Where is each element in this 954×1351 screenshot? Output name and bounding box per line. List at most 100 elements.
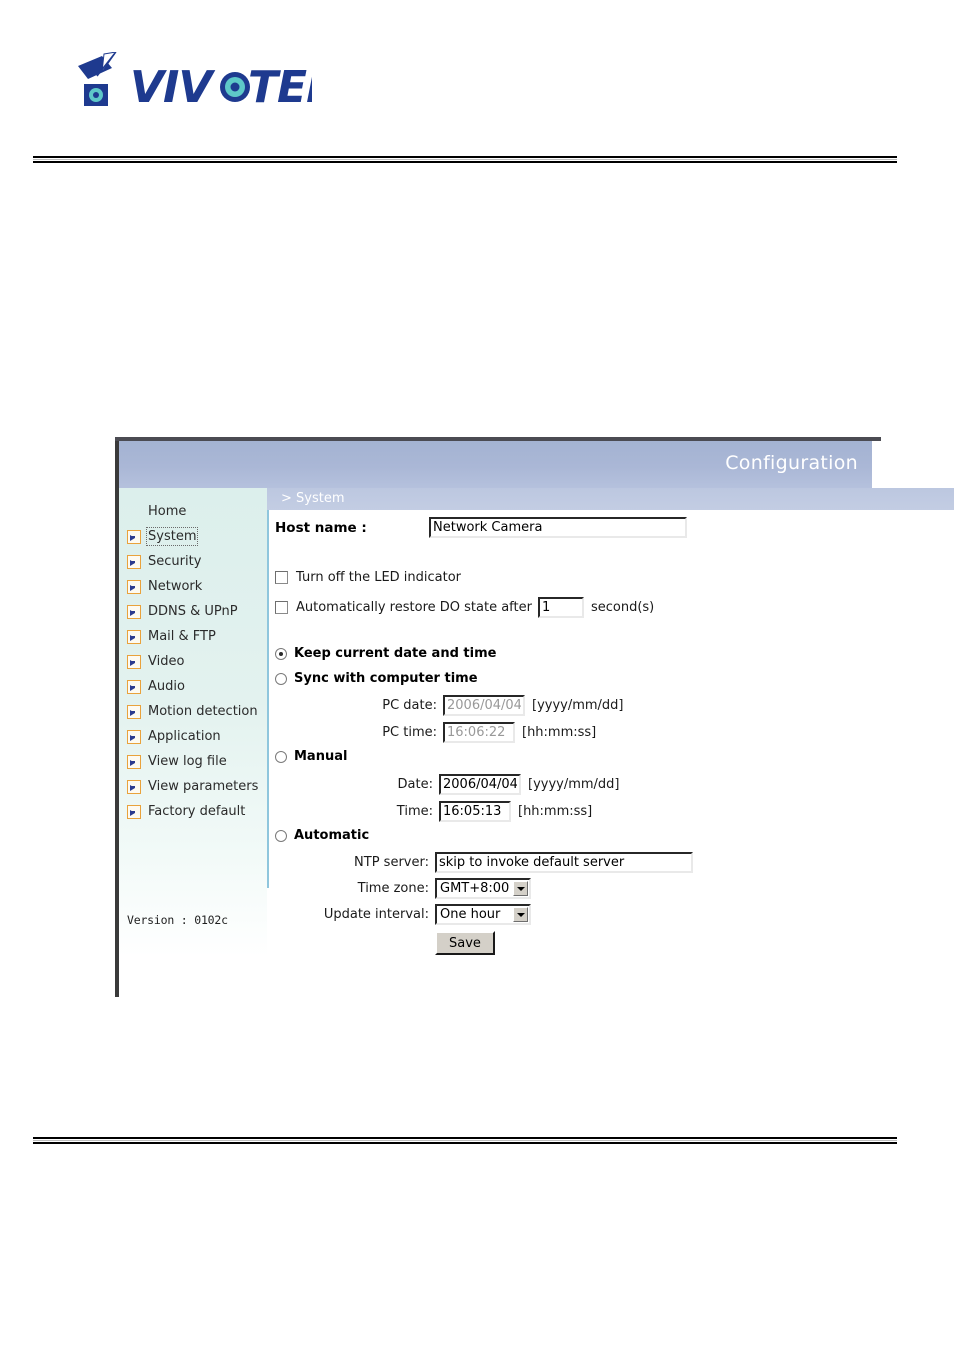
sidebar-item-video[interactable]: Video (119, 649, 267, 674)
sidebar-item-label: Factory default (148, 804, 246, 819)
sidebar-item-label: Network (148, 579, 203, 594)
sidebar: Home System Security Network DDNS & UPnP Mail… (119, 488, 267, 997)
update-interval-selected-value: One hour (440, 907, 501, 922)
ntp-server-label: NTP server: (354, 855, 429, 870)
sidebar-item-motion-detection[interactable]: Motion detection (119, 699, 267, 724)
radio-row-keep-current[interactable]: Keep current date and time (275, 646, 496, 661)
arrow-right-icon (127, 704, 141, 719)
time-zone-label: Time zone: (357, 881, 429, 896)
breadcrumb: > System (281, 491, 345, 506)
sidebar-item-factory-default[interactable]: Factory default (119, 799, 267, 824)
time-zone-selected-value: GMT+8:00 (440, 881, 510, 896)
arrow-right-icon (127, 804, 141, 819)
arrow-right-icon (127, 604, 141, 619)
sidebar-item-audio[interactable]: Audio (119, 674, 267, 699)
pc-time-row: PC time: [hh:mm:ss] (375, 722, 596, 743)
configuration-header-bar: Configuration (119, 441, 872, 488)
update-interval-label: Update interval: (323, 907, 429, 922)
pc-time-format-hint: [hh:mm:ss] (522, 725, 597, 740)
chevron-down-icon[interactable] (513, 907, 528, 922)
manual-time-format-hint: [hh:mm:ss] (518, 804, 593, 819)
sidebar-item-label: Application (148, 729, 221, 744)
radio-sync-computer-label: Sync with computer time (294, 671, 478, 686)
arrow-right-icon (127, 654, 141, 669)
time-zone-row: Time zone: GMT+8:00 (345, 878, 531, 899)
update-interval-select[interactable]: One hour (435, 904, 531, 925)
arrow-right-icon (127, 629, 141, 644)
breadcrumb-bar: > System (267, 488, 954, 510)
sidebar-item-label: View log file (148, 754, 227, 769)
sidebar-item-view-log-file[interactable]: View log file (119, 749, 267, 774)
host-name-input[interactable] (429, 517, 687, 538)
svg-text:TEK: TEK (248, 62, 312, 113)
sidebar-item-system[interactable]: System (119, 524, 267, 549)
do-restore-label-before: Automatically restore DO state after (296, 600, 532, 615)
manual-time-row: Time: [hh:mm:ss] (389, 801, 592, 822)
manual-date-format-hint: [yyyy/mm/dd] (528, 777, 620, 792)
ntp-server-input[interactable] (435, 852, 693, 873)
sidebar-item-label: Audio (148, 679, 185, 694)
radio-manual-label: Manual (294, 749, 348, 764)
vivotek-logo: VIV TEK (72, 51, 344, 114)
footer-divider-rule (33, 1137, 897, 1144)
sidebar-nav-list: Home System Security Network DDNS & UPnP Mail… (119, 499, 267, 824)
manual-date-input[interactable] (439, 774, 521, 795)
do-restore-checkbox[interactable] (275, 601, 288, 614)
sidebar-item-network[interactable]: Network (119, 574, 267, 599)
save-button[interactable]: Save (435, 931, 495, 955)
sidebar-item-view-parameters[interactable]: View parameters (119, 774, 267, 799)
configuration-panel: Configuration > System Home System Securit… (115, 437, 954, 997)
pc-date-row: PC date: [yyyy/mm/dd] (375, 695, 624, 716)
do-restore-seconds-input[interactable] (537, 597, 584, 618)
radio-automatic[interactable] (275, 829, 287, 842)
sidebar-item-ddns-upnp[interactable]: DDNS & UPnP (119, 599, 267, 624)
svg-text:VIV: VIV (130, 62, 215, 113)
camera-icon (78, 51, 118, 106)
sidebar-item-label: Motion detection (148, 704, 258, 719)
arrow-right-icon (127, 779, 141, 794)
arrow-right-icon (127, 554, 141, 569)
chevron-down-icon[interactable] (513, 881, 528, 896)
radio-manual[interactable] (275, 750, 287, 763)
pc-date-input (443, 695, 525, 716)
do-restore-checkbox-row[interactable]: Automatically restore DO state after sec… (275, 597, 654, 618)
radio-sync-computer[interactable] (275, 672, 287, 685)
radio-keep-current[interactable] (275, 647, 287, 660)
host-name-row: Host name : (275, 520, 367, 536)
system-settings-form: Host name : Turn off the LED indicator A… (269, 512, 869, 992)
radio-row-automatic[interactable]: Automatic (275, 828, 369, 843)
vivotek-wordmark: VIV TEK (130, 62, 344, 113)
firmware-version-label: Version : 0102c (127, 913, 228, 927)
arrow-right-icon (127, 679, 141, 694)
nav-bullet-spacer (127, 505, 141, 519)
update-interval-row: Update interval: One hour (315, 904, 531, 925)
radio-row-sync-computer[interactable]: Sync with computer time (275, 671, 478, 686)
sidebar-item-security[interactable]: Security (119, 549, 267, 574)
page-title: Configuration (725, 452, 858, 474)
arrow-right-icon (127, 754, 141, 769)
sidebar-item-home[interactable]: Home (119, 499, 267, 524)
sidebar-item-mail-ftp[interactable]: Mail & FTP (119, 624, 267, 649)
sidebar-item-label: System (145, 527, 199, 546)
pc-date-label: PC date: (382, 698, 437, 713)
radio-automatic-label: Automatic (294, 828, 370, 843)
host-name-label: Host name : (275, 520, 367, 536)
sidebar-item-label: View parameters (148, 779, 259, 794)
manual-time-label: Time: (396, 804, 433, 819)
time-zone-select[interactable]: GMT+8:00 (435, 878, 531, 899)
header-divider-rule (33, 156, 897, 163)
sidebar-item-label: Video (148, 654, 185, 669)
arrow-right-icon (127, 579, 141, 594)
sidebar-item-application[interactable]: Application (119, 724, 267, 749)
manual-time-input[interactable] (439, 801, 511, 822)
radio-row-manual[interactable]: Manual (275, 749, 347, 764)
led-indicator-checkbox-row[interactable]: Turn off the LED indicator (275, 570, 461, 585)
led-indicator-checkbox[interactable] (275, 571, 288, 584)
arrow-right-icon (127, 529, 141, 544)
sidebar-item-label: Security (148, 554, 202, 569)
manual-date-label: Date: (397, 777, 433, 792)
sidebar-item-label: Home (148, 504, 187, 519)
radio-keep-current-label: Keep current date and time (294, 646, 497, 661)
sidebar-item-label: Mail & FTP (148, 629, 216, 644)
vivotek-logo-svg: VIV TEK (78, 51, 344, 113)
